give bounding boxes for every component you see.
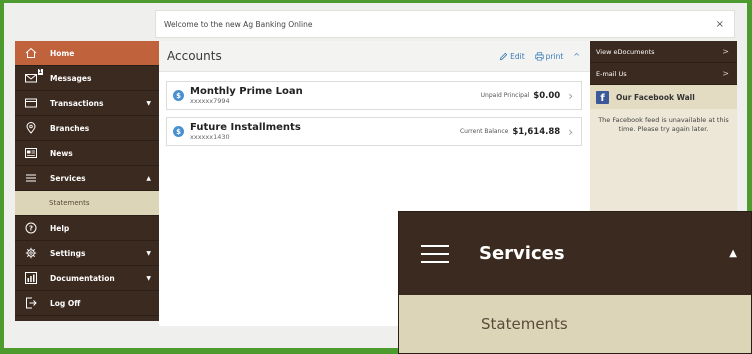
sidebar-item-statements[interactable]: Statements [15,191,159,216]
sidebar-item-settings[interactable]: Settings ▼ [15,241,159,266]
balance-value: $0.00 [533,90,561,101]
message-count-badge: 1 [37,69,43,75]
accounts-header: Accounts Edit print ^ [159,41,590,72]
sidebar-item-label: News [50,148,73,158]
facebook-title: Our Facebook Wall [616,92,695,102]
edit-button[interactable]: Edit [499,52,525,61]
welcome-text: Welcome to the new Ag Banking Online [164,19,313,29]
news-icon [24,146,38,160]
home-icon [24,46,38,60]
email-us-link[interactable]: E-mail Us > [590,63,737,85]
chevron-up-icon: ▲ [729,248,737,259]
sidebar-item-help[interactable]: ? Help [15,216,159,241]
sidebar-item-documentation[interactable]: Documentation ▼ [15,266,159,291]
printer-icon [535,51,544,60]
collapse-button[interactable]: ^ [573,52,580,61]
account-name: Future Installments [190,121,301,133]
sidebar-item-label: Documentation [50,273,115,283]
chevron-down-icon: ▼ [146,274,151,282]
zoom-services-item[interactable]: Services ▲ [399,212,751,295]
sidebar-item-label: Messages [50,73,92,83]
sidebar-item-label: Settings [50,248,86,258]
account-number: xxxxxx7994 [190,96,230,105]
zoom-services-label: Services [479,243,565,264]
help-icon: ? [24,221,38,235]
chart-icon [24,271,38,285]
sidebar-item-transactions[interactable]: Transactions ▼ [15,91,159,116]
gear-icon [24,246,38,260]
edit-label: Edit [510,51,525,61]
link-label: View eDocuments [596,47,655,56]
sidebar-item-branches[interactable]: Branches [15,116,159,141]
facebook-icon: f [596,90,609,104]
chevron-up-icon: ▲ [146,174,151,182]
card-icon [24,96,38,110]
sidebar-nav: Home 1 Messages Transactions ▼ Branches [15,41,159,321]
print-label: print [545,51,564,61]
dollar-icon: $ [173,126,184,137]
dollar-icon: $ [173,90,184,101]
facebook-header: f Our Facebook Wall [590,85,737,109]
close-banner-button[interactable]: × [716,19,734,30]
facebook-message: The Facebook feed is unavailable at this… [598,116,729,134]
balance-label: Unpaid Principal [480,92,530,99]
link-label: E-mail Us [596,69,627,78]
page-title: Accounts [167,49,222,63]
sidebar-item-logoff[interactable]: Log Off [15,291,159,316]
chevron-right-icon: > [722,69,729,78]
balance-label: Current Balance [459,128,509,135]
chevron-right-icon: › [568,124,573,139]
menu-icon [24,171,38,185]
zoom-statements-label: Statements [481,315,568,333]
chevron-down-icon: ▼ [146,99,151,107]
sidebar-item-messages[interactable]: 1 Messages [15,66,159,91]
sidebar-item-label: Statements [49,199,90,207]
sidebar-item-label: Log Off [50,298,81,308]
pencil-icon [499,52,508,60]
menu-icon [421,239,449,269]
services-zoom-callout: Services ▲ Statements [398,211,752,354]
sidebar-item-label: Transactions [50,98,104,108]
logoff-icon [24,296,38,310]
mail-icon: 1 [24,69,43,85]
sidebar-item-label: Branches [50,123,90,133]
account-name: Monthly Prime Loan [190,85,303,97]
sidebar-item-label: Help [50,223,70,233]
chevron-right-icon: › [568,88,573,103]
location-icon [24,121,38,135]
sidebar-item-home[interactable]: Home [15,41,159,66]
sidebar-item-services[interactable]: Services ▲ [15,166,159,191]
chevron-down-icon: ▼ [146,249,151,257]
sidebar-item-label: Home [50,48,75,58]
balance-value: $1,614.88 [512,126,561,137]
zoom-statements-item[interactable]: Statements [399,295,751,353]
svg-text:?: ? [29,225,33,233]
view-edocuments-link[interactable]: View eDocuments > [590,41,737,63]
account-number: xxxxxx1430 [190,132,230,141]
print-button[interactable]: print [535,51,564,61]
welcome-banner: Welcome to the new Ag Banking Online × [155,10,735,38]
chevron-right-icon: > [722,47,729,56]
sidebar-item-news[interactable]: News [15,141,159,166]
account-row[interactable]: $ Future Installments xxxxxx1430 Current… [166,117,582,146]
sidebar-item-label: Services [50,173,86,183]
account-row[interactable]: $ Monthly Prime Loan xxxxxx7994 Unpaid P… [166,81,582,110]
